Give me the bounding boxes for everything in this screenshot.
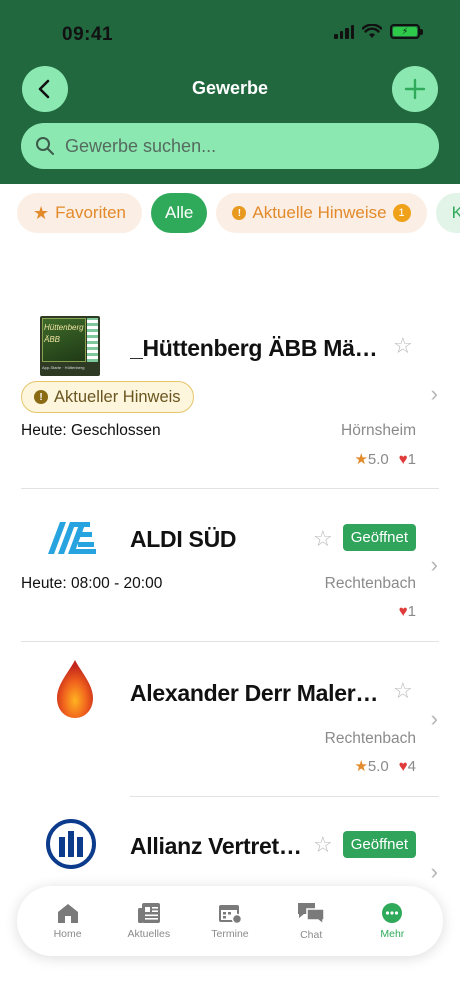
battery-icon: ⚡ [390, 24, 423, 39]
rating-value: 5.0 [367, 758, 389, 775]
flame-logo-icon [57, 660, 93, 718]
page-title: Gewerbe [191, 78, 269, 98]
business-name: ALDI SÜD [130, 526, 237, 552]
plus-icon [404, 78, 426, 100]
chip-all[interactable]: Alle [151, 193, 208, 233]
warning-icon: ! [34, 390, 48, 404]
business-logo: Hüttenberg ÄBB App-Starte · Hüttenberg [40, 316, 100, 376]
business-name: Alexander Derr Malerbetrie... [130, 680, 385, 706]
current-hint-badge: ! Aktueller Hinweis [21, 381, 194, 413]
business-location: Hörnsheim [341, 422, 416, 439]
tab-chat[interactable]: Chat [276, 901, 346, 941]
chip-categories-label: Kate [451, 203, 460, 222]
list-item[interactable]: Allianz Vertretung... ☆ Geöffnet › [0, 797, 460, 897]
tab-news-label: Aktuelles [127, 928, 171, 940]
chevron-right-icon: › [430, 381, 438, 406]
wifi-icon [362, 24, 382, 38]
add-button[interactable] [392, 66, 438, 112]
tab-chat-label: Chat [300, 929, 323, 941]
chat-icon [298, 903, 325, 925]
logo-text-line1: Hüttenberg [44, 323, 84, 332]
chevron-right-icon: › [430, 706, 438, 731]
list-item[interactable]: Hüttenberg ÄBB App-Starte · Hüttenberg _… [0, 310, 460, 490]
chip-hints-label: Aktuelle Hinweise [252, 203, 387, 222]
search-bar[interactable] [21, 123, 439, 169]
open-status-badge: Geöffnet [342, 524, 416, 551]
business-logo [44, 817, 98, 871]
business-logo [44, 658, 106, 720]
star-icon: ★ [33, 202, 50, 223]
heart-icon: ♥ [398, 603, 408, 620]
chip-favorites[interactable]: ★ Favoriten [17, 193, 143, 233]
chip-favorites-label: Favoriten [55, 203, 127, 222]
favorite-star-icon[interactable]: ☆ [313, 526, 333, 552]
heart-icon: ♥ [398, 757, 408, 775]
bottom-tab-bar: Home Aktuelles Termine Chat Mehr [17, 886, 443, 956]
likes-count: 4 [407, 757, 416, 775]
app-header: 09:41 ⚡ Gewerbe [0, 0, 460, 184]
tab-more[interactable]: Mehr [357, 902, 427, 940]
chip-current-hints[interactable]: ! Aktuelle Hinweise 1 [216, 193, 427, 233]
favorite-star-icon[interactable]: ☆ [393, 333, 413, 359]
logo-text-line2: ÄBB [44, 335, 61, 344]
status-icons: ⚡ [334, 24, 423, 39]
chevron-right-icon: › [430, 552, 438, 577]
aldi-logo-icon [48, 522, 96, 554]
home-icon [57, 904, 78, 923]
business-logo [46, 507, 98, 569]
rating-value: 5.0 [367, 451, 389, 468]
news-icon [137, 903, 160, 923]
more-icon [382, 903, 403, 923]
tab-news[interactable]: Aktuelles [114, 902, 184, 940]
rating-star-icon: ★ [354, 451, 368, 468]
heart-icon: ♥ [398, 450, 408, 468]
signal-icon [334, 24, 354, 39]
opening-hours: Heute: Geschlossen [21, 422, 161, 439]
opening-hours: Heute: 08:00 - 20:00 [21, 575, 163, 592]
tab-more-label: Mehr [380, 928, 405, 940]
chip-all-label: Alle [165, 203, 194, 222]
likes-count: 1 [407, 603, 416, 620]
chip-categories[interactable]: Kate [435, 193, 460, 233]
filter-chips: ★ Favoriten Alle ! Aktuelle Hinweise 1 K… [17, 193, 460, 233]
allianz-logo-icon [46, 819, 96, 869]
search-input[interactable] [65, 135, 405, 157]
list-item[interactable]: Alexander Derr Malerbetrie... ☆ › Rechte… [0, 642, 460, 796]
likes-count: 1 [407, 450, 416, 468]
calendar-icon [218, 905, 242, 924]
hint-badge-label: Aktueller Hinweis [54, 387, 181, 406]
logo-text-line3: App-Starte · Hüttenberg [42, 365, 85, 370]
favorite-star-icon[interactable]: ☆ [313, 832, 333, 858]
business-location: Rechtenbach [324, 575, 416, 592]
business-stats: ♥1 [399, 603, 416, 620]
status-time: 09:41 [62, 24, 114, 45]
tab-events[interactable]: Termine [195, 902, 265, 940]
list-item[interactable]: ALDI SÜD ☆ Geöffnet › Heute: 08:00 - 20:… [0, 489, 460, 641]
business-location: Rechtenbach [324, 730, 416, 747]
business-stats: ★5.0 ♥1 [354, 450, 416, 469]
hints-count-badge: 1 [392, 204, 411, 222]
tab-events-label: Termine [211, 928, 249, 940]
search-icon [36, 137, 54, 155]
business-stats: ★5.0 ♥4 [354, 757, 416, 776]
open-status-badge: Geöffnet [342, 831, 416, 858]
chevron-right-icon: › [430, 859, 438, 884]
rating-star-icon: ★ [354, 758, 368, 775]
favorite-star-icon[interactable]: ☆ [393, 678, 413, 704]
tab-home-label: Home [53, 928, 82, 940]
tab-home[interactable]: Home [33, 902, 103, 940]
business-name: _Hüttenberg ÄBB Mächer /... [130, 335, 385, 361]
business-name: Allianz Vertretung... [130, 833, 308, 859]
warning-icon: ! [232, 206, 247, 220]
